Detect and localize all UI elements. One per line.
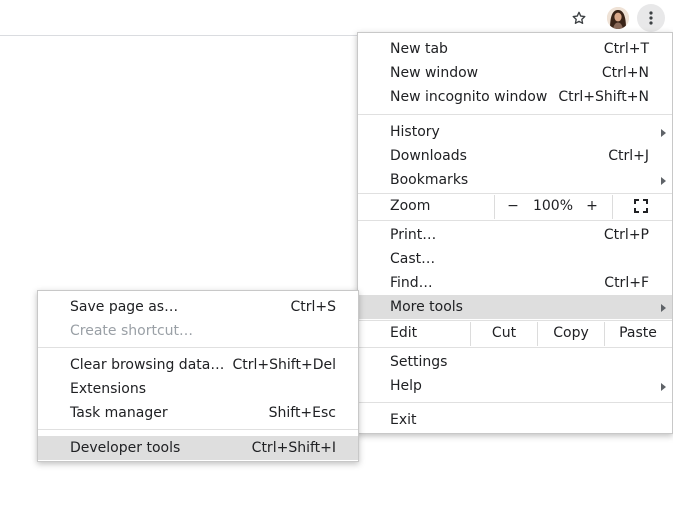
submenu-arrow-icon — [661, 304, 666, 312]
submenu-arrow-icon — [661, 383, 666, 391]
menu-item-label: Help — [390, 378, 422, 394]
menu-item-label: Extensions — [70, 381, 147, 397]
more-tools-submenu: Save page as… Ctrl+S Create shortcut… Cl… — [37, 290, 359, 462]
browser-toolbar — [0, 0, 673, 36]
menu-item-shortcut: Ctrl+F — [604, 275, 649, 291]
menu-item-find[interactable]: Find… Ctrl+F — [358, 271, 672, 295]
menu-item-exit[interactable]: Exit — [358, 408, 672, 432]
menu-item-label: Print… — [390, 227, 437, 243]
submenu-item-developer-tools[interactable]: Developer tools Ctrl+Shift+I — [38, 436, 358, 460]
menu-item-shortcut: Ctrl+N — [601, 65, 649, 81]
zoom-row: Zoom − 100% + — [358, 195, 672, 219]
menu-item-label: Cast… — [390, 251, 436, 267]
menu-separator — [358, 347, 672, 348]
menu-item-label: New tab — [390, 41, 448, 57]
menu-item-label: Save page as… — [70, 299, 179, 315]
copy-button[interactable]: Copy — [538, 325, 604, 341]
menu-separator — [358, 402, 672, 403]
menu-item-new-incognito-window[interactable]: New incognito window Ctrl+Shift+N — [358, 85, 672, 109]
menu-item-shortcut: Ctrl+J — [608, 148, 649, 164]
menu-item-label: More tools — [390, 299, 463, 315]
submenu-item-create-shortcut: Create shortcut… — [38, 319, 358, 343]
menu-item-print[interactable]: Print… Ctrl+P — [358, 223, 672, 247]
menu-item-label: History — [390, 124, 440, 140]
main-menu: New tab Ctrl+T New window Ctrl+N New inc… — [357, 32, 673, 434]
fullscreen-icon — [634, 199, 648, 213]
menu-separator — [38, 347, 358, 348]
menu-item-label: Task manager — [70, 405, 168, 421]
zoom-level: 100% — [532, 198, 574, 214]
submenu-arrow-icon — [661, 129, 666, 137]
submenu-item-task-manager[interactable]: Task manager Shift+Esc — [38, 401, 358, 425]
menu-item-label: Create shortcut… — [70, 323, 194, 339]
menu-separator — [358, 320, 672, 321]
main-menu-button[interactable] — [637, 4, 665, 32]
menu-item-shortcut: Ctrl+Shift+Del — [232, 357, 336, 373]
cut-button[interactable]: Cut — [471, 325, 537, 341]
three-dot-menu-icon — [649, 11, 653, 25]
menu-item-more-tools[interactable]: More tools — [358, 295, 672, 319]
zoom-divider — [612, 195, 613, 219]
menu-separator — [358, 220, 672, 221]
zoom-divider — [494, 195, 495, 219]
menu-item-label: Downloads — [390, 148, 467, 164]
menu-item-history[interactable]: History — [358, 120, 672, 144]
menu-item-shortcut: Ctrl+Shift+N — [558, 89, 649, 105]
menu-separator — [358, 114, 672, 115]
menu-item-label: Clear browsing data… — [70, 357, 225, 373]
menu-item-label: Find… — [390, 275, 433, 291]
profile-button[interactable] — [604, 4, 632, 32]
menu-item-label: Exit — [390, 412, 417, 428]
menu-item-label: Settings — [390, 354, 448, 370]
menu-item-shortcut: Ctrl+P — [603, 227, 649, 243]
menu-item-shortcut: Ctrl+Shift+I — [251, 440, 336, 456]
fullscreen-button[interactable] — [626, 198, 656, 218]
edit-row: Edit Cut Copy Paste — [358, 322, 672, 346]
menu-item-label: New window — [390, 65, 479, 81]
menu-item-settings[interactable]: Settings — [358, 350, 672, 374]
zoom-label: Zoom — [390, 198, 431, 214]
menu-item-label: New incognito window — [390, 89, 548, 105]
submenu-item-extensions[interactable]: Extensions — [38, 377, 358, 401]
avatar — [607, 7, 629, 29]
menu-item-bookmarks[interactable]: Bookmarks — [358, 168, 672, 192]
edit-label: Edit — [390, 325, 418, 341]
menu-separator — [358, 193, 672, 194]
menu-separator — [38, 429, 358, 430]
star-icon — [572, 11, 586, 24]
menu-item-shortcut: Ctrl+S — [290, 299, 336, 315]
menu-item-new-tab[interactable]: New tab Ctrl+T — [358, 37, 672, 61]
menu-item-shortcut: Shift+Esc — [268, 405, 336, 421]
zoom-out-button[interactable]: − — [502, 198, 524, 214]
zoom-in-button[interactable]: + — [581, 198, 603, 214]
bookmark-star-button[interactable] — [565, 4, 593, 32]
menu-item-new-window[interactable]: New window Ctrl+N — [358, 61, 672, 85]
menu-item-label: Developer tools — [70, 440, 181, 456]
menu-item-downloads[interactable]: Downloads Ctrl+J — [358, 144, 672, 168]
submenu-arrow-icon — [661, 177, 666, 185]
menu-item-shortcut: Ctrl+T — [603, 41, 649, 57]
submenu-item-clear-browsing-data[interactable]: Clear browsing data… Ctrl+Shift+Del — [38, 353, 358, 377]
submenu-item-save-page-as[interactable]: Save page as… Ctrl+S — [38, 295, 358, 319]
menu-item-cast[interactable]: Cast… — [358, 247, 672, 271]
paste-button[interactable]: Paste — [605, 325, 671, 341]
menu-item-help[interactable]: Help — [358, 374, 672, 398]
menu-item-label: Bookmarks — [390, 172, 469, 188]
